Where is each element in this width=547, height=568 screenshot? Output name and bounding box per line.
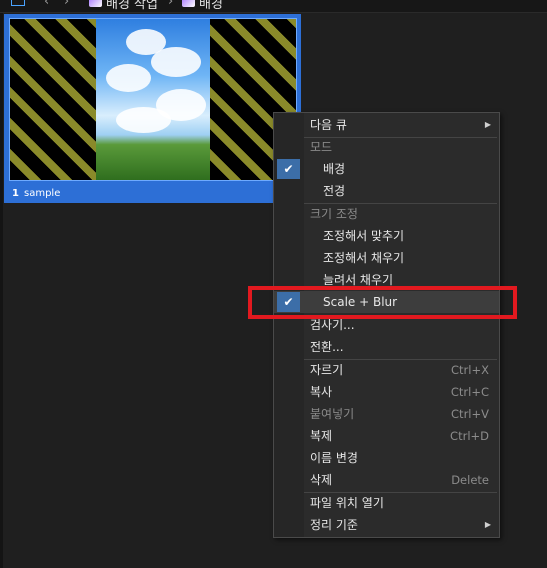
menu-item-cut[interactable]: 자르기 Ctrl+X	[274, 359, 499, 381]
letterbox-left	[10, 19, 96, 180]
forward-button[interactable]: ›	[64, 0, 69, 9]
menu-item-mode-background[interactable]: ✔ 배경	[274, 158, 499, 180]
submenu-arrow-icon: ▶	[484, 520, 491, 529]
top-bar: ‹ › 배경 작업 › 배경	[0, 0, 547, 13]
submenu-arrow-icon: ▶	[484, 120, 491, 129]
tile-name: sample	[24, 188, 61, 199]
context-menu: 다음 큐 ▶ 모드 ✔ 배경 전경 크기 조정 조정해서 맞추기 조정해서 채우…	[273, 112, 500, 538]
playlist-icon	[182, 0, 195, 7]
menu-item-resize-fill[interactable]: 조정해서 채우기	[274, 247, 499, 269]
media-tile[interactable]: 1 sample	[4, 14, 301, 203]
grid-view-icon[interactable]	[11, 0, 25, 6]
breadcrumb-separator: ›	[168, 0, 174, 9]
menu-item-transition[interactable]: 전환...	[274, 336, 499, 358]
menu-item-duplicate[interactable]: 복제 Ctrl+D	[274, 425, 499, 447]
menu-item-sort-by[interactable]: 정리 기준 ▶	[274, 514, 499, 536]
menu-item-resize-fit[interactable]: 조정해서 맞추기	[274, 225, 499, 247]
check-icon: ✔	[277, 159, 300, 179]
menu-item-copy[interactable]: 복사 Ctrl+C	[274, 381, 499, 403]
menu-header-resize: 크기 조정	[310, 207, 358, 221]
menu-item-paste: 붙여넣기 Ctrl+V	[310, 407, 489, 421]
menu-header-mode: 모드	[310, 140, 333, 154]
breadcrumb-item[interactable]: 배경 작업	[106, 0, 158, 12]
playlist-icon	[89, 0, 102, 7]
menu-item-open-file-location[interactable]: 파일 위치 열기	[274, 492, 499, 514]
tile-number: 1	[12, 188, 19, 199]
menu-item-delete[interactable]: 삭제 Delete	[274, 469, 499, 491]
menu-item-mode-foreground[interactable]: 전경	[274, 180, 499, 202]
media-thumbnail	[9, 18, 297, 181]
menu-item-rename[interactable]: 이름 변경	[274, 447, 499, 469]
back-button[interactable]: ‹	[44, 0, 49, 9]
sky-image	[96, 19, 210, 180]
tile-caption: 1 sample	[4, 184, 301, 203]
menu-item-next-cue[interactable]: 다음 큐 ▶	[274, 114, 499, 136]
left-edge	[0, 13, 3, 568]
highlight-box	[248, 286, 517, 319]
breadcrumb-current[interactable]: 배경	[199, 0, 223, 12]
